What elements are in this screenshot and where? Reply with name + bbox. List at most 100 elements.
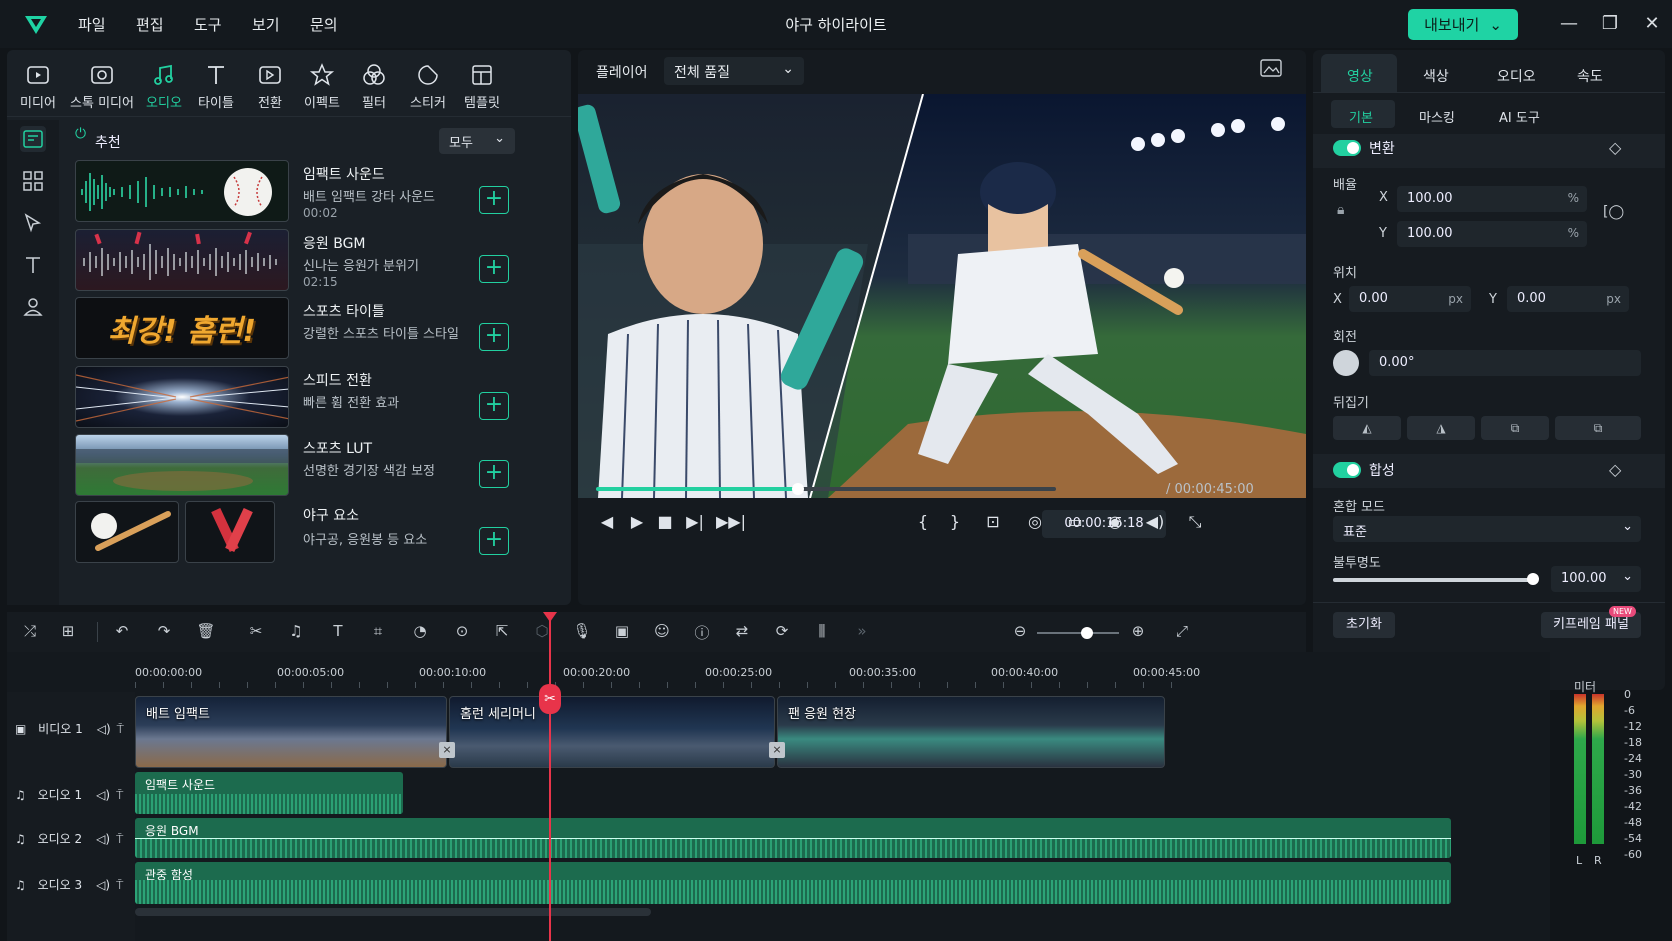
lock-icon[interactable]: ⍑ <box>116 878 123 892</box>
opacity-slider-track[interactable] <box>1333 578 1533 582</box>
tab-transitions[interactable]: 전환 <box>241 62 299 111</box>
add-button[interactable]: + <box>479 323 509 351</box>
fullscreen-icon[interactable]: ⤡ <box>1184 512 1206 534</box>
fit-timeline-icon[interactable]: ⤢ <box>1171 622 1193 644</box>
transition-marker-icon[interactable]: ⨯ <box>769 742 785 758</box>
add-button[interactable]: + <box>479 255 509 283</box>
text-icon[interactable] <box>20 252 46 278</box>
progress-track[interactable] <box>596 487 1056 491</box>
stabilize-icon[interactable]: ⟳ <box>771 622 793 644</box>
lock-icon[interactable]: ⍑ <box>116 788 123 802</box>
transition-marker-icon[interactable]: ⨯ <box>439 742 455 758</box>
pos-x-input[interactable]: 0.00 px <box>1349 286 1471 312</box>
horizontal-scrollbar[interactable] <box>135 908 651 916</box>
skip-end-icon[interactable]: ▶▶| <box>716 512 746 534</box>
redo-icon[interactable]: ↷ <box>153 622 175 644</box>
person-tool-icon[interactable]: ☺ <box>651 622 673 644</box>
lock-icon[interactable]: ⍑ <box>117 722 124 736</box>
link-icon[interactable]: ⤮ <box>19 622 41 644</box>
person-icon[interactable] <box>20 294 46 320</box>
speed-icon[interactable]: ◔ <box>409 622 431 644</box>
transform-toggle[interactable] <box>1333 140 1361 156</box>
undo-icon[interactable]: ↶ <box>111 622 133 644</box>
lock-icon[interactable]: ⍑ <box>116 832 123 846</box>
volume-icon[interactable]: ◀) <box>1144 512 1166 534</box>
mark-out-icon[interactable]: } <box>944 512 966 534</box>
blend-mode-dropdown[interactable]: 표준 ⌄ <box>1333 516 1641 542</box>
transform-tool-icon[interactable]: ⇱ <box>491 622 513 644</box>
split-icon[interactable]: ⫼ <box>811 622 833 644</box>
tab-titles[interactable]: 타이틀 <box>187 62 245 111</box>
mic-icon[interactable]: 🎙︎ <box>571 622 593 644</box>
zoom-in-icon[interactable]: ⊕ <box>1127 622 1149 644</box>
video-clip[interactable]: 배트 임팩트 <box>135 696 447 768</box>
cursor-icon[interactable] <box>20 210 46 236</box>
snapshot-view-icon[interactable] <box>1260 58 1282 78</box>
text-tool-icon[interactable]: T <box>327 622 349 644</box>
grid-icon[interactable] <box>20 168 46 194</box>
list-item[interactable]: 야구 요소 야구공, 응원봉 등 요소 + <box>75 501 545 567</box>
minimize-icon[interactable]: — <box>1557 12 1581 36</box>
tab-video[interactable]: 영상 <box>1347 66 1373 86</box>
tab-media[interactable]: 미디어 <box>9 62 67 111</box>
track-header-video-1[interactable]: ▣ 비디오 1 ◁) ⍑ <box>15 720 124 737</box>
info-icon[interactable]: ⓘ <box>691 622 713 644</box>
subtab-ai-tools[interactable]: AI 도구 <box>1499 107 1540 126</box>
crop-icon[interactable]: ⌗ <box>367 622 389 644</box>
video-clip[interactable]: 홈런 세리머니 <box>449 696 775 768</box>
video-clip[interactable]: 팬 응원 현장 <box>777 696 1165 768</box>
rotate-right-icon[interactable]: ⧉ <box>1555 416 1641 440</box>
audio-clip[interactable]: 관중 함성 <box>135 862 1451 904</box>
add-button[interactable]: + <box>479 392 509 420</box>
render-icon[interactable]: ◎ <box>1024 512 1046 534</box>
tab-stock-media[interactable]: 스톡 미디어 <box>67 62 137 111</box>
image-icon[interactable]: ▣ <box>611 622 633 644</box>
list-item[interactable]: 응원 BGM 신나는 응원가 분위기 02:15 + <box>75 229 545 295</box>
stop-icon[interactable]: ■ <box>654 512 676 534</box>
quality-dropdown[interactable]: 전체 품질 ⌄ <box>664 57 804 85</box>
list-item[interactable]: 임팩트 사운드 배트 임팩트 강타 사운드 00:02 + <box>75 160 545 226</box>
speaker-icon[interactable]: ◁) <box>97 722 111 736</box>
tab-effects[interactable]: 이펙트 <box>293 62 351 111</box>
tab-filters[interactable]: 필터 <box>345 62 403 111</box>
flip-vertical-icon[interactable]: ◮ <box>1407 416 1475 440</box>
subtab-mask[interactable]: 마스킹 <box>1419 107 1455 126</box>
speaker-icon[interactable]: ◁) <box>96 878 110 892</box>
rotation-dial-icon[interactable] <box>1333 350 1359 376</box>
restore-icon[interactable]: ❐ <box>1598 12 1622 36</box>
close-icon[interactable]: ✕ <box>1640 12 1664 36</box>
video-preview[interactable] <box>578 94 1306 498</box>
playhead[interactable] <box>549 612 551 941</box>
tab-audio-props[interactable]: 오디오 <box>1497 66 1536 86</box>
track-header-audio-3[interactable]: ♫ 오디오 3 ◁) ⍑ <box>15 876 123 893</box>
reset-button[interactable]: 초기화 <box>1333 612 1395 638</box>
opacity-slider-knob[interactable] <box>1527 573 1539 585</box>
scale-x-input[interactable]: 100.00% <box>1397 186 1587 212</box>
list-item[interactable]: 스피드 전환 빠른 휨 전환 효과 + <box>75 366 545 432</box>
add-button[interactable]: + <box>479 460 509 488</box>
speaker-icon[interactable]: ◁) <box>96 832 110 846</box>
recommended-icon[interactable] <box>20 126 46 152</box>
composite-toggle[interactable] <box>1333 462 1361 478</box>
add-button[interactable]: + <box>479 527 509 555</box>
zoom-out-icon[interactable]: ⊖ <box>1009 622 1031 644</box>
tab-templates[interactable]: 템플릿 <box>453 62 511 111</box>
opacity-input[interactable]: 100.00 ⌄ <box>1551 566 1641 592</box>
list-item[interactable]: 최강! 홈런! 스포츠 타이틀 강렬한 스포츠 타이틀 스타일 + <box>75 297 545 363</box>
keyframe-diamond-icon[interactable]: ◇ <box>1609 138 1621 157</box>
speaker-icon[interactable]: ◁) <box>96 788 110 802</box>
audio-clip[interactable]: 임팩트 사운드 <box>135 772 403 814</box>
scale-y-input[interactable]: 100.00% <box>1397 221 1587 247</box>
track-header-audio-1[interactable]: ♫ 오디오 1 ◁) ⍑ <box>15 786 123 803</box>
audio-clip[interactable]: 응원 BGM <box>135 818 1451 858</box>
audio-icon[interactable]: ♫ <box>285 622 307 644</box>
link-ratio-icon[interactable]: [◯ <box>1603 204 1624 220</box>
tab-audio[interactable]: 오디오 <box>135 62 193 111</box>
add-button[interactable]: + <box>479 186 509 214</box>
flip-horizontal-icon[interactable]: ◭ <box>1333 416 1401 440</box>
next-frame-icon[interactable]: ▶| <box>684 512 706 534</box>
fit-icon[interactable]: ⊡ <box>982 512 1004 534</box>
camera-icon[interactable]: ◉ <box>1104 512 1126 534</box>
rotate-left-icon[interactable]: ⧉ <box>1481 416 1549 440</box>
scissors-icon[interactable]: ✂ <box>539 684 561 714</box>
